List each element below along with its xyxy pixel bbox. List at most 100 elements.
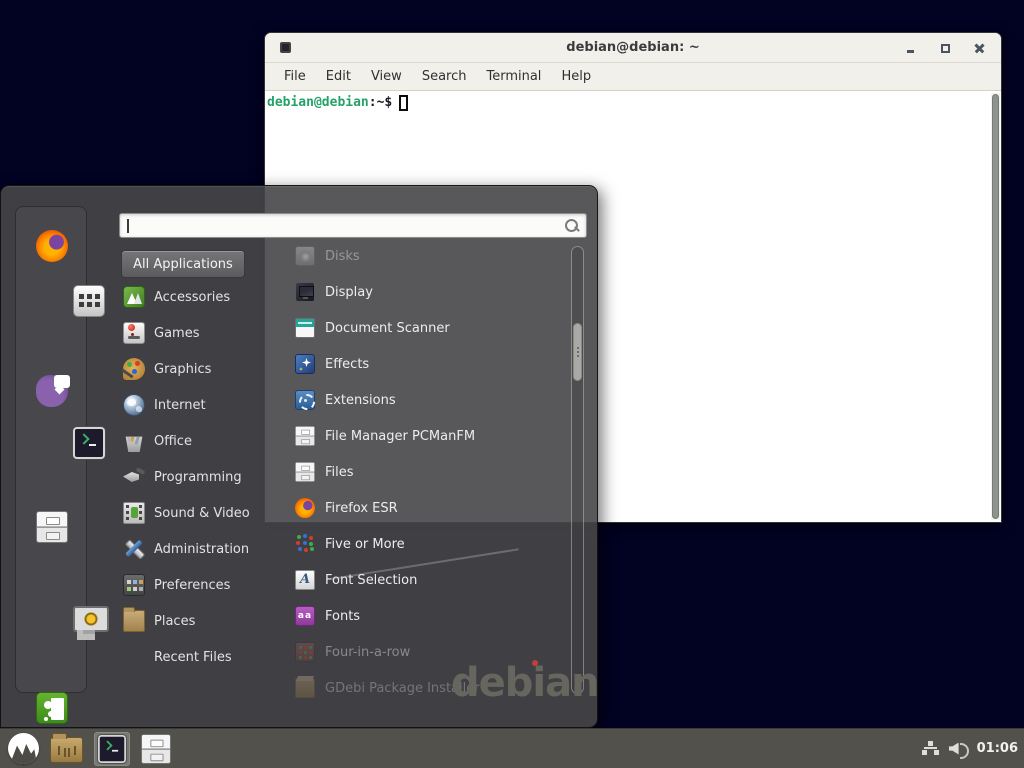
favorites-panel: [15, 206, 87, 693]
category-list: Accessories Games Graphics Internet Offi…: [116, 279, 265, 675]
desktop: debian@debian: ~ File Edit View Search T…: [0, 0, 1024, 768]
window-controls: [906, 33, 985, 63]
minimize-button[interactable]: [906, 43, 917, 54]
app-files[interactable]: Files: [265, 454, 571, 490]
search-box[interactable]: [119, 213, 587, 238]
menu-file[interactable]: File: [275, 66, 315, 87]
category-games[interactable]: Games: [116, 315, 265, 351]
taskbar-terminal-active[interactable]: [94, 732, 130, 766]
app-font-selection[interactable]: AFont Selection: [265, 562, 571, 598]
app-list-scrollbar[interactable]: [571, 246, 584, 694]
taskbar: 01:06: [0, 728, 1024, 768]
category-administration[interactable]: Administration: [116, 531, 265, 567]
taskbar-file-manager[interactable]: [50, 735, 83, 763]
category-graphics[interactable]: Graphics: [116, 351, 265, 387]
sound-video-icon: [123, 502, 145, 524]
games-icon: [123, 322, 145, 344]
places-icon: [123, 610, 145, 632]
app-file-manager-pcmanfm[interactable]: File Manager PCManFM: [265, 418, 571, 454]
four-in-a-row-icon: [295, 642, 315, 662]
menu-help[interactable]: Help: [552, 66, 600, 87]
terminal-scrollbar[interactable]: [991, 93, 1000, 520]
favorite-terminal-icon[interactable]: [73, 427, 105, 459]
display-icon: [295, 282, 315, 302]
menu-view[interactable]: View: [362, 66, 411, 87]
category-office[interactable]: Office: [116, 423, 265, 459]
category-programming[interactable]: Programming: [116, 459, 265, 495]
menu-button[interactable]: [8, 733, 39, 764]
app-five-or-more[interactable]: Five or More: [265, 526, 571, 562]
watermark-red-dot: [532, 660, 538, 666]
administration-icon: [123, 538, 145, 560]
graphics-icon: [123, 358, 145, 380]
terminal-scrollbar-thumb[interactable]: [992, 94, 999, 519]
app-document-scanner[interactable]: Document Scanner: [265, 310, 571, 346]
five-or-more-icon: [295, 534, 315, 554]
debian-watermark: debian: [451, 660, 599, 706]
network-icon[interactable]: [922, 741, 940, 757]
menu-terminal[interactable]: Terminal: [477, 66, 550, 87]
menu-edit[interactable]: Edit: [317, 66, 360, 87]
all-applications-button[interactable]: All Applications: [121, 250, 245, 278]
favorite-keyboard-icon[interactable]: [73, 285, 105, 317]
category-recent-files[interactable]: Recent Files: [116, 639, 265, 675]
taskbar-launchers: [0, 732, 171, 766]
favorite-file-manager-icon[interactable]: [36, 511, 68, 543]
app-fonts[interactable]: aaFonts: [265, 598, 571, 634]
app-display[interactable]: Display: [265, 274, 571, 310]
favorite-firefox-icon[interactable]: [36, 230, 68, 262]
terminal-titlebar[interactable]: debian@debian: ~: [265, 33, 1001, 63]
category-preferences[interactable]: Preferences: [116, 567, 265, 603]
application-menu: All Applications Accessories Games Graph…: [0, 185, 598, 728]
app-extensions[interactable]: Extensions: [265, 382, 571, 418]
extensions-icon: [295, 390, 315, 410]
window-title: debian@debian: ~: [265, 40, 1001, 55]
taskbar-file-cabinet[interactable]: [141, 734, 171, 764]
category-accessories[interactable]: Accessories: [116, 279, 265, 315]
category-places[interactable]: Places: [116, 603, 265, 639]
app-firefox-esr[interactable]: Firefox ESR: [265, 490, 571, 526]
folder-icon: [50, 737, 83, 763]
effects-icon: [295, 354, 315, 374]
favorite-pidgin-icon[interactable]: [36, 375, 68, 407]
system-tray: 01:06: [922, 741, 1024, 757]
scrollbar-grip: [577, 347, 579, 349]
internet-icon: [123, 394, 145, 416]
app-effects[interactable]: Effects: [265, 346, 571, 382]
disks-icon: [295, 246, 315, 266]
maximize-button[interactable]: [940, 43, 951, 54]
files-icon: [295, 462, 315, 482]
close-button[interactable]: [974, 43, 985, 54]
recent-files-spacer: [123, 646, 145, 668]
menu-button-icon: [8, 733, 39, 764]
log-out-icon[interactable]: [36, 692, 68, 724]
lock-screen-icon[interactable]: [73, 604, 105, 636]
window-menu-icon[interactable]: [280, 42, 291, 53]
fonts-icon: aa: [295, 606, 315, 626]
search-icon: [564, 218, 580, 234]
volume-icon[interactable]: [949, 741, 968, 757]
terminal-cursor: [399, 95, 408, 111]
prompt-user-host: debian@debian: [267, 94, 369, 111]
gdebi-icon: [295, 678, 315, 698]
search-input[interactable]: [128, 215, 558, 236]
file-cabinet-icon: [141, 734, 171, 764]
app-list-scrollbar-thumb[interactable]: [573, 323, 582, 381]
accessories-icon: [123, 286, 145, 308]
application-list: Disks Display Document Scanner Effects E…: [265, 238, 571, 706]
menu-search[interactable]: Search: [413, 66, 476, 87]
terminal-menubar: File Edit View Search Terminal Help: [265, 63, 1001, 91]
firefox-icon: [295, 498, 315, 518]
prompt-suffix: :~$: [369, 94, 392, 111]
category-internet[interactable]: Internet: [116, 387, 265, 423]
clock[interactable]: 01:06: [977, 741, 1018, 756]
document-scanner-icon: [295, 318, 315, 338]
prompt-line: debian@debian:~$: [267, 94, 999, 111]
office-icon: [123, 430, 145, 452]
terminal-icon: [98, 735, 126, 763]
font-selection-icon: A: [295, 570, 315, 590]
app-disks[interactable]: Disks: [265, 238, 571, 274]
preferences-icon: [123, 574, 145, 596]
category-sound-video[interactable]: Sound & Video: [116, 495, 265, 531]
programming-icon: [123, 466, 145, 488]
